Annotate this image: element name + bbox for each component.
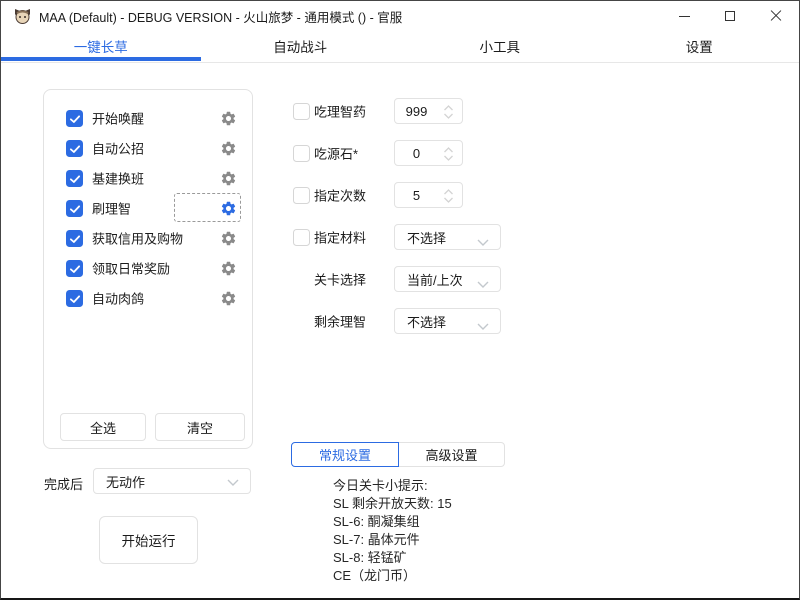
window-title: MAA (Default) - DEBUG VERSION - 火山旅梦 - 通… xyxy=(39,7,402,26)
spinner-arrows-icon[interactable] xyxy=(443,146,454,167)
minimize-button[interactable] xyxy=(661,1,707,31)
spinner-value: 5 xyxy=(395,183,438,207)
tip-line: SL 剩余开放天数: 15 xyxy=(333,495,452,513)
number-spinner[interactable]: 999 xyxy=(394,98,463,124)
title-bar: MAA (Default) - DEBUG VERSION - 火山旅梦 - 通… xyxy=(1,1,799,31)
app-window: MAA (Default) - DEBUG VERSION - 火山旅梦 - 通… xyxy=(0,0,800,600)
settings-tab-advanced[interactable]: 高级设置 xyxy=(398,442,505,467)
tip-line: SL-7: 晶体元件 xyxy=(333,531,452,549)
spinner-arrows-icon[interactable] xyxy=(443,104,454,125)
clear-button[interactable]: 清空 xyxy=(155,413,245,441)
minimize-icon xyxy=(679,16,690,17)
spinner-arrows-icon[interactable] xyxy=(443,188,454,209)
tip-line: SL-8: 轻锰矿 xyxy=(333,549,452,567)
number-spinner[interactable]: 0 xyxy=(394,140,463,166)
after-completion-dropdown[interactable]: 无动作 xyxy=(93,468,251,494)
dropdown-value: 不选择 xyxy=(407,228,446,247)
fight-label: 指定次数 xyxy=(314,186,366,205)
fight-label: 指定材料 xyxy=(314,228,366,247)
select-all-button[interactable]: 全选 xyxy=(60,413,146,441)
dropdown-value: 当前/上次 xyxy=(407,270,463,289)
fight-label: 剩余理智 xyxy=(314,312,366,331)
dropdown-value: 不选择 xyxy=(407,312,446,331)
chevron-down-icon xyxy=(227,479,239,487)
stage-tips: 今日关卡小提示:SL 剩余开放天数: 15SL-6: 酮凝集组SL-7: 晶体元… xyxy=(333,477,452,585)
maximize-button[interactable] xyxy=(707,1,753,31)
window-controls xyxy=(661,1,799,31)
maximize-icon xyxy=(725,11,735,21)
tab-toolbox[interactable]: 小工具 xyxy=(400,31,600,61)
settings-tabs: 常规设置 高级设置 xyxy=(291,442,505,467)
tab-label: 自动战斗 xyxy=(273,36,327,56)
fight-label: 吃源石* xyxy=(314,144,358,163)
tab-copilot[interactable]: 自动战斗 xyxy=(201,31,401,61)
tip-line: CE（龙门币） xyxy=(333,567,452,585)
spinner-value: 999 xyxy=(395,99,438,123)
tab-settings[interactable]: 设置 xyxy=(600,31,800,61)
fight-label: 吃理智药 xyxy=(314,102,366,121)
tab-label: 一键长草 xyxy=(74,36,128,56)
number-spinner[interactable]: 5 xyxy=(394,182,463,208)
fight-row: 剩余理智 不选择 xyxy=(1,306,799,336)
start-run-button[interactable]: 开始运行 xyxy=(99,516,198,564)
fight-checkbox[interactable] xyxy=(293,145,310,162)
main-tabs: 一键长草 自动战斗 小工具 设置 xyxy=(1,31,799,61)
close-icon xyxy=(770,10,782,22)
dropdown[interactable]: 不选择 xyxy=(394,308,501,334)
dropdown-value: 无动作 xyxy=(106,472,145,491)
fight-checkbox[interactable] xyxy=(293,187,310,204)
fight-row: 指定次数 5 xyxy=(1,180,799,210)
close-button[interactable] xyxy=(753,1,799,31)
fight-row: 吃源石* 0 xyxy=(1,138,799,168)
app-icon xyxy=(14,8,31,25)
fight-checkbox[interactable] xyxy=(293,103,310,120)
fight-row: 关卡选择 当前/上次 xyxy=(1,264,799,294)
fight-label: 关卡选择 xyxy=(314,270,366,289)
chevron-down-icon xyxy=(477,235,489,250)
spinner-value: 0 xyxy=(395,141,438,165)
dropdown[interactable]: 不选择 xyxy=(394,224,501,250)
active-tab-underline xyxy=(1,57,201,61)
fight-row: 吃理智药 999 xyxy=(1,96,799,126)
tab-label: 小工具 xyxy=(480,36,521,56)
settings-tab-label: 高级设置 xyxy=(425,445,477,464)
tab-farming[interactable]: 一键长草 xyxy=(1,31,201,61)
chevron-down-icon xyxy=(477,319,489,334)
settings-tab-label: 常规设置 xyxy=(319,445,371,464)
after-completion-label: 完成后 xyxy=(44,474,83,493)
settings-tab-general[interactable]: 常规设置 xyxy=(291,442,399,467)
chevron-down-icon xyxy=(477,277,489,292)
dropdown[interactable]: 当前/上次 xyxy=(394,266,501,292)
fight-row: 指定材料 不选择 xyxy=(1,222,799,252)
tip-line: SL-6: 酮凝集组 xyxy=(333,513,452,531)
tabbar-divider xyxy=(1,62,799,63)
tab-label: 设置 xyxy=(686,36,713,56)
tip-line: 今日关卡小提示: xyxy=(333,477,452,495)
fight-checkbox[interactable] xyxy=(293,229,310,246)
